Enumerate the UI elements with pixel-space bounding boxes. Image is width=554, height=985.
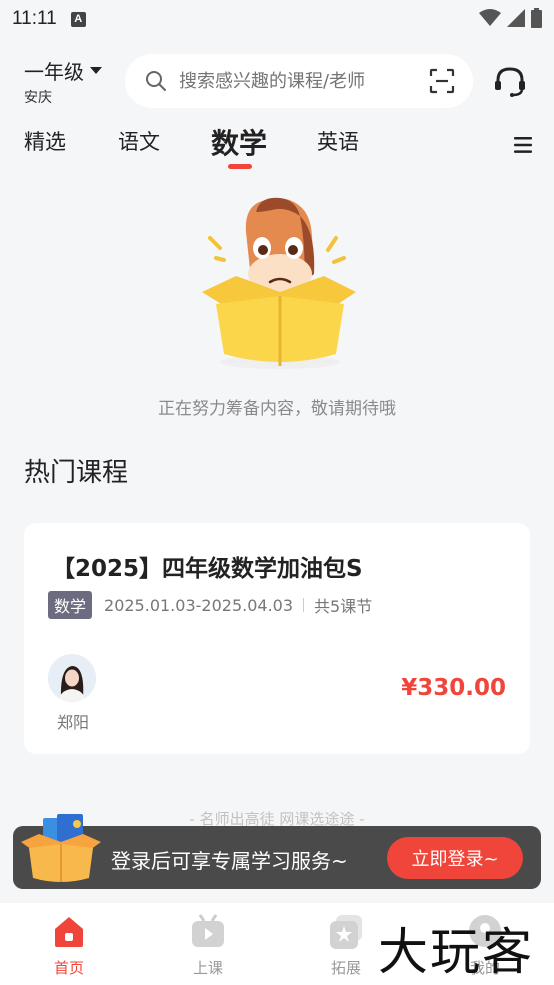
meta-divider: [303, 598, 305, 612]
city-label: 安庆: [24, 90, 52, 106]
hot-courses-title: 热门课程: [24, 458, 129, 488]
status-time: 11:11: [12, 8, 57, 29]
status-bar: 11:11 A: [0, 0, 554, 38]
nav-label-class: 上课: [192, 959, 223, 977]
watermark: 大玩客: [378, 923, 534, 981]
login-prompt-bar: 登录后可享专属学习服务~ 立即登录~: [13, 814, 541, 889]
login-prompt-text: 登录后可享专属学习服务~: [111, 849, 348, 873]
grade-selector[interactable]: 一年级 安庆: [24, 56, 102, 107]
class-tv-icon: [192, 914, 224, 947]
subject-tabs: 精选 语文 数学 英语: [0, 120, 554, 172]
tab-chinese[interactable]: 语文: [118, 126, 160, 156]
horse-in-box-illustration: [202, 197, 356, 369]
status-indicators: [479, 8, 542, 28]
search-bar[interactable]: [125, 54, 473, 108]
course-price: ¥330.00: [401, 675, 506, 701]
grade-label: 一年级: [24, 60, 84, 84]
home-icon: [55, 917, 83, 947]
active-tab-indicator: [228, 164, 252, 169]
course-lessons: 共5课节: [314, 597, 373, 616]
signal-icon: [507, 9, 525, 27]
empty-state-message: 正在努力筹备内容，敬请期待哦: [158, 399, 396, 419]
subject-badge: 数学: [48, 591, 93, 619]
menu-icon[interactable]: [514, 136, 532, 154]
course-card[interactable]: 【2025】四年级数学加油包S 数学 2025.01.03-2025.04.03…: [24, 523, 530, 754]
nav-label-home: 首页: [53, 959, 84, 977]
nav-label-extend: 拓展: [330, 959, 361, 977]
login-button[interactable]: 立即登录~: [387, 837, 523, 879]
tab-selected[interactable]: 精选: [24, 126, 66, 156]
customer-service-icon[interactable]: [492, 64, 528, 100]
nav-item-extend[interactable]: 拓展: [311, 913, 381, 978]
search-icon: [146, 71, 166, 91]
tab-math[interactable]: 数学: [211, 122, 267, 162]
teacher-name: 郑阳: [56, 713, 89, 732]
course-title: 【2025】四年级数学加油包S: [52, 556, 363, 582]
caret-down-icon: [90, 67, 102, 74]
notification-icon: A: [70, 11, 86, 27]
course-meta: 数学 2025.01.03-2025.04.03 共5课节: [48, 591, 372, 619]
gift-box-icon: [21, 814, 101, 882]
battery-icon: [531, 8, 542, 28]
nav-item-class[interactable]: 上课: [173, 913, 243, 978]
wifi-icon: [479, 9, 501, 26]
search-input[interactable]: [179, 70, 399, 92]
tab-english[interactable]: 英语: [317, 126, 359, 156]
nav-item-home[interactable]: 首页: [34, 913, 104, 978]
header: 一年级 安庆: [0, 48, 554, 112]
course-dates: 2025.01.03-2025.04.03: [104, 595, 294, 615]
teacher-avatar: [48, 654, 96, 702]
extend-star-icon: [330, 915, 362, 949]
scan-icon[interactable]: [429, 68, 455, 94]
